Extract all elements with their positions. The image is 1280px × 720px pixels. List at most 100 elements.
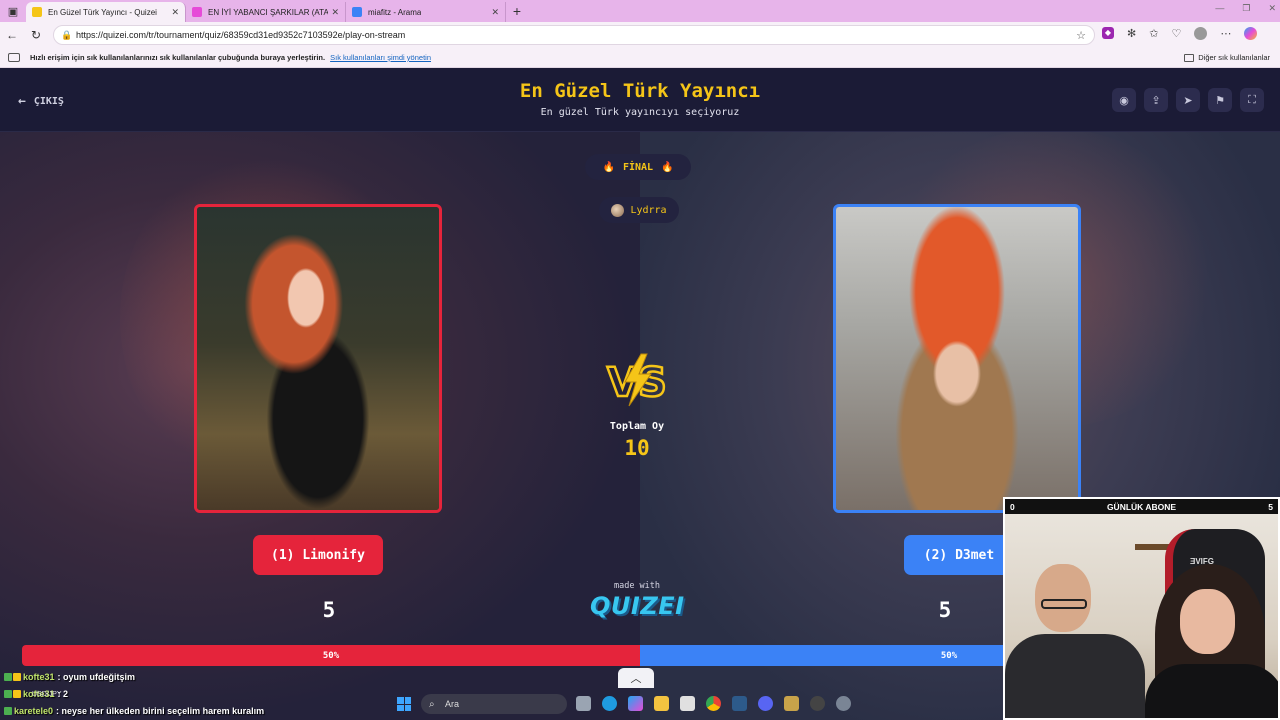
sub-badge-icon bbox=[4, 672, 12, 681]
webcam-overlay: 0 GÜNLÜK ABONE 5 ƎVIFG bbox=[1003, 497, 1280, 720]
quizei-logo[interactable]: QUIZEI bbox=[590, 592, 684, 620]
close-tab-icon[interactable]: ✕ bbox=[331, 7, 339, 18]
tab-songs[interactable]: EN İYİ YABANCI ŞARKILAR (ATADI ✕ bbox=[186, 2, 346, 22]
minimize-icon[interactable]: — bbox=[1215, 3, 1224, 14]
made-with-label: made with bbox=[613, 581, 661, 591]
url-field[interactable]: 🔒 https://quizei.com/tr/tournament/quiz/… bbox=[53, 25, 1095, 45]
window-controls: — ❐ ✕ bbox=[1215, 3, 1276, 14]
streamer-body bbox=[1005, 634, 1145, 718]
quizei-favicon-icon bbox=[32, 7, 42, 17]
tab-title: En Güzel Türk Yayıncı - Quizei bbox=[48, 7, 157, 17]
chrome-icon[interactable] bbox=[706, 696, 721, 711]
search-icon: ⌕ bbox=[429, 698, 435, 710]
vote-right-button[interactable]: (2) D3met bbox=[904, 535, 1014, 575]
favorites-bar-icon bbox=[8, 53, 20, 62]
close-tab-icon[interactable]: ✕ bbox=[171, 7, 179, 18]
subscriber-goal-bar: 0 GÜNLÜK ABONE 5 bbox=[1005, 499, 1278, 514]
address-bar-row: ← ↻ 🔒 https://quizei.com/tr/tournament/q… bbox=[0, 22, 1280, 48]
header-actions: ◉ ⇪ ➤ ⚑ ⛶ bbox=[1112, 88, 1264, 112]
close-window-icon[interactable]: ✕ bbox=[1268, 3, 1276, 14]
page-title: En Güzel Türk Yayıncı bbox=[519, 80, 761, 102]
round-label: FİNAL bbox=[622, 161, 654, 173]
obs-icon[interactable] bbox=[810, 696, 825, 711]
tab-actions-icon[interactable]: ▣ bbox=[0, 0, 26, 22]
restore-icon[interactable]: ❐ bbox=[1242, 3, 1250, 14]
chat-username: kofte31 bbox=[23, 671, 55, 682]
favorites-bar: Hızlı erişim için sık kullanılanlarınızı… bbox=[0, 48, 1280, 68]
steam-icon[interactable] bbox=[732, 696, 747, 711]
puzzle-icon[interactable]: ✻ bbox=[1127, 27, 1136, 40]
left-contestant-card[interactable] bbox=[194, 204, 442, 513]
right-contestant-card[interactable] bbox=[833, 204, 1081, 513]
guest-body bbox=[1145, 664, 1278, 718]
chat-text: : oyum ufdeğitşim bbox=[57, 671, 136, 682]
windows-taskbar: USD/JPY ⌕ Ara bbox=[0, 688, 1003, 720]
flame-icon: 🔥 bbox=[602, 161, 615, 173]
new-tab-button[interactable]: + bbox=[506, 3, 528, 19]
taskbar-apps bbox=[576, 696, 851, 711]
url-text: https://quizei.com/tr/tournament/quiz/68… bbox=[76, 30, 406, 40]
goal-current: 0 bbox=[1010, 501, 1015, 512]
creator-badge[interactable]: Lydrra bbox=[599, 197, 679, 223]
browser-toolbar: ◆ ✻ ✩ ♡ ⋯ bbox=[1102, 27, 1258, 40]
flag-icon[interactable]: ⚑ bbox=[1208, 88, 1232, 112]
music-favicon-icon bbox=[192, 7, 202, 17]
settings-gear-icon[interactable] bbox=[836, 696, 851, 711]
total-votes-value: 10 bbox=[624, 436, 650, 460]
profile-icon[interactable] bbox=[1194, 27, 1208, 40]
flame-icon: 🔥 bbox=[661, 161, 674, 173]
manage-favorites-link[interactable]: Sık kullanılanları şimdi yönetin bbox=[330, 53, 431, 62]
favorite-star-icon[interactable]: ☆ bbox=[1076, 29, 1086, 42]
chat-badges bbox=[4, 672, 21, 681]
tab-title: EN İYİ YABANCI ŞARKILAR (ATADI bbox=[208, 7, 328, 17]
share-icon[interactable]: ⇪ bbox=[1144, 88, 1168, 112]
tab-quizei[interactable]: En Güzel Türk Yayıncı - Quizei ✕ bbox=[26, 2, 186, 22]
browser-tab-bar: ▣ En Güzel Türk Yayıncı - Quizei ✕ EN İY… bbox=[0, 0, 1280, 22]
send-icon[interactable]: ➤ bbox=[1176, 88, 1200, 112]
taskbar-search[interactable]: ⌕ Ara bbox=[421, 694, 567, 714]
glasses bbox=[1041, 599, 1087, 609]
right-score: 5 bbox=[938, 598, 952, 622]
other-favorites-label: Diğer sık kullanılanlar bbox=[1198, 53, 1270, 62]
vip-badge-icon bbox=[13, 672, 21, 681]
favorites-icon[interactable]: ✩ bbox=[1149, 27, 1158, 40]
edge-icon[interactable] bbox=[602, 696, 617, 711]
chevron-up-icon[interactable]: ︿ bbox=[618, 668, 654, 688]
back-arrow-icon[interactable]: ← bbox=[0, 28, 24, 42]
guest-face bbox=[1180, 589, 1235, 654]
heart-icon[interactable]: ♡ bbox=[1171, 27, 1181, 40]
windows-start-icon[interactable] bbox=[397, 697, 411, 711]
more-menu-icon[interactable]: ⋯ bbox=[1220, 27, 1231, 40]
streamer-head bbox=[1035, 564, 1091, 632]
total-votes-label: Toplam Oy bbox=[609, 421, 665, 432]
task-view-icon[interactable] bbox=[576, 696, 591, 711]
extension-icon[interactable]: ◆ bbox=[1102, 27, 1114, 39]
favorites-message: Hızlı erişim için sık kullanılanlarınızı… bbox=[30, 53, 326, 62]
fullscreen-icon[interactable]: ⛶ bbox=[1240, 88, 1264, 112]
left-percent-fill: 50% bbox=[22, 645, 640, 666]
vote-left-button[interactable]: (1) Limonify bbox=[253, 535, 383, 575]
folder-icon bbox=[1184, 53, 1195, 62]
tab-search[interactable]: miafitz - Arama ✕ bbox=[346, 2, 506, 22]
other-favorites-button[interactable]: Diğer sık kullanılanlar bbox=[1184, 53, 1270, 62]
close-tab-icon[interactable]: ✕ bbox=[491, 7, 499, 18]
file-explorer-icon[interactable] bbox=[654, 696, 669, 711]
goal-title: GÜNLÜK ABONE bbox=[1106, 501, 1177, 512]
eye-icon[interactable]: ◉ bbox=[1112, 88, 1136, 112]
copilot-icon[interactable] bbox=[1244, 27, 1258, 40]
league-icon[interactable] bbox=[784, 696, 799, 711]
tab-title: miafitz - Arama bbox=[368, 7, 422, 17]
store-icon[interactable] bbox=[680, 696, 695, 711]
search-placeholder: Ara bbox=[445, 699, 460, 709]
left-contestant-photo bbox=[197, 207, 439, 510]
creator-name: Lydrra bbox=[630, 204, 667, 216]
vs-lightning-icon: VS bbox=[606, 353, 668, 407]
discord-icon[interactable] bbox=[758, 696, 773, 711]
avatar bbox=[611, 203, 625, 217]
page-subtitle: En güzel Türk yayıncıyı seçiyoruz bbox=[540, 107, 740, 118]
refresh-icon[interactable]: ↻ bbox=[24, 28, 48, 42]
search-favicon-icon bbox=[352, 7, 362, 17]
quiz-header: ← ÇIKIŞ En Güzel Türk Yayıncı En güzel T… bbox=[0, 68, 1280, 132]
copilot-app-icon[interactable] bbox=[628, 696, 643, 711]
ticker-widget[interactable]: USD/JPY bbox=[32, 691, 62, 698]
